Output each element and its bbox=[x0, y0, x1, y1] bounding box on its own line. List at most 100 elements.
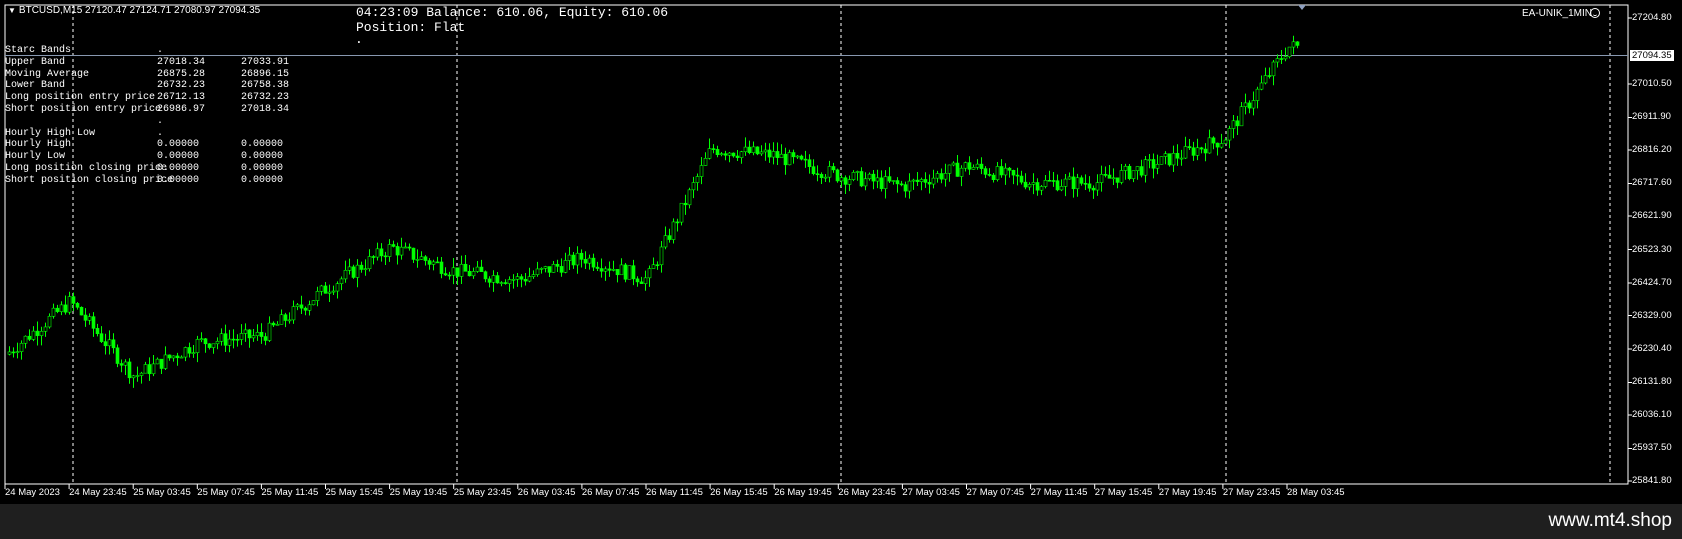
candle-body bbox=[687, 189, 692, 206]
starc-label: Starc Bands bbox=[5, 45, 72, 56]
candle-body bbox=[323, 285, 328, 294]
candle-body bbox=[1087, 183, 1092, 189]
candle-body bbox=[1255, 88, 1260, 101]
candle-body bbox=[719, 153, 724, 156]
candle-body bbox=[1291, 41, 1296, 48]
candle-body bbox=[447, 274, 452, 277]
candle-body bbox=[811, 166, 816, 175]
starc-row: Hourly Low 0.00000 0.00000 bbox=[5, 151, 305, 163]
candle-body bbox=[547, 266, 552, 273]
candle-body bbox=[531, 274, 536, 277]
position-status: Position: Flat bbox=[356, 20, 466, 35]
candle-body bbox=[1039, 186, 1044, 191]
candle-body bbox=[863, 178, 868, 187]
starc-value: 0.00000 bbox=[157, 162, 200, 174]
candle-body bbox=[1155, 164, 1160, 169]
candle-body bbox=[335, 283, 340, 292]
candle-body bbox=[1187, 146, 1192, 149]
candle-body bbox=[603, 268, 608, 272]
starc-label: Long position entry price bbox=[5, 92, 156, 104]
candle-body bbox=[1103, 174, 1108, 176]
menu-triangle-icon[interactable]: ▼ bbox=[8, 6, 16, 15]
candle-body bbox=[403, 246, 408, 249]
time-axis[interactable]: 24 May 2023 24 May 23:45 25 May 03:45 25 Ma… bbox=[0, 484, 1628, 502]
chart-window[interactable]: ▼ BTCUSD,M15 27120.47 27124.71 27080.97 2… bbox=[0, 0, 1682, 504]
time-tick-label: 25 May 07:45 bbox=[197, 487, 255, 498]
candle-body bbox=[851, 172, 856, 180]
candle-body bbox=[151, 363, 156, 375]
price-tick-label: 26717.60 bbox=[1632, 177, 1672, 189]
candle-body bbox=[755, 146, 760, 155]
candle-body bbox=[147, 364, 152, 375]
candle-body bbox=[1211, 137, 1216, 144]
candle-body bbox=[299, 304, 304, 309]
candle-body bbox=[1271, 61, 1276, 77]
candle-body bbox=[1183, 146, 1188, 159]
candle-body bbox=[431, 261, 436, 265]
candle-body bbox=[383, 255, 388, 258]
expert-advisor-name[interactable]: EA-UNIK_1MIN bbox=[1522, 8, 1592, 19]
candle-body bbox=[887, 176, 892, 182]
candle-body bbox=[191, 352, 196, 354]
candle-body bbox=[1047, 179, 1052, 182]
candle-body bbox=[535, 268, 540, 275]
starc-label: Long position closing price bbox=[5, 162, 168, 174]
time-tick-label: 24 May 2023 bbox=[5, 487, 60, 498]
candle-body bbox=[255, 331, 260, 337]
candle-body bbox=[83, 314, 88, 321]
candle-body bbox=[847, 179, 852, 185]
candle-body bbox=[871, 173, 876, 182]
candle-body bbox=[367, 256, 372, 270]
candle-body bbox=[131, 375, 136, 379]
candle-body bbox=[891, 180, 896, 182]
candle-body bbox=[1263, 75, 1268, 84]
candle-body bbox=[1119, 170, 1124, 183]
candle-body bbox=[1095, 182, 1100, 191]
candle-body bbox=[503, 282, 508, 284]
starc-value: . bbox=[157, 115, 164, 127]
starc-value: 26712.13 bbox=[157, 92, 206, 104]
candle-body bbox=[895, 180, 900, 185]
candle-body bbox=[1107, 174, 1112, 179]
candle-body bbox=[1011, 170, 1016, 176]
candle-body bbox=[415, 259, 420, 261]
candle-body bbox=[63, 304, 68, 313]
candle-body bbox=[1031, 182, 1036, 185]
candle-body bbox=[707, 148, 712, 159]
candle-body bbox=[767, 149, 772, 158]
time-tick-label: 27 May 23:45 bbox=[1222, 487, 1281, 498]
candle-body bbox=[1079, 177, 1084, 184]
starc-value: 27018.34 bbox=[241, 103, 290, 115]
smiley-icon[interactable] bbox=[1590, 8, 1600, 18]
candle-body bbox=[199, 338, 204, 341]
candle-body bbox=[915, 179, 920, 182]
price-tick-label: 25937.50 bbox=[1632, 442, 1672, 454]
candle-body bbox=[599, 268, 604, 272]
starc-value: 26758.38 bbox=[241, 80, 290, 92]
candle-body bbox=[207, 343, 212, 348]
candle-body bbox=[1267, 75, 1272, 77]
time-tick-label: 25 May 23:45 bbox=[453, 487, 512, 498]
candle-body bbox=[643, 277, 648, 284]
candle-body bbox=[735, 155, 740, 158]
time-tick-label: 25 May 03:45 bbox=[133, 487, 191, 498]
candle-body bbox=[1199, 147, 1204, 150]
time-tick-label: 27 May 03:45 bbox=[902, 487, 960, 498]
candle-body bbox=[731, 152, 736, 157]
candle-body bbox=[1071, 176, 1076, 190]
candle-body bbox=[515, 276, 520, 280]
candle-body bbox=[771, 151, 776, 158]
time-tick-label: 27 May 15:45 bbox=[1094, 487, 1153, 498]
candle-body bbox=[219, 333, 224, 342]
shift-marker-icon[interactable] bbox=[1298, 5, 1306, 10]
candle-body bbox=[595, 266, 600, 269]
candle-body bbox=[647, 268, 652, 279]
price-tick-label: 27204.80 bbox=[1632, 12, 1672, 23]
price-axis[interactable]: 27204.80 27010.50 26911.90 26816.20 26717.60… bbox=[1628, 0, 1682, 486]
starc-value: 26986.97 bbox=[157, 103, 206, 115]
candle-body bbox=[283, 314, 288, 321]
candle-body bbox=[879, 177, 884, 189]
candle-body bbox=[839, 177, 844, 182]
candle-body bbox=[699, 165, 704, 177]
time-tick-label: 26 May 19:45 bbox=[774, 487, 832, 498]
